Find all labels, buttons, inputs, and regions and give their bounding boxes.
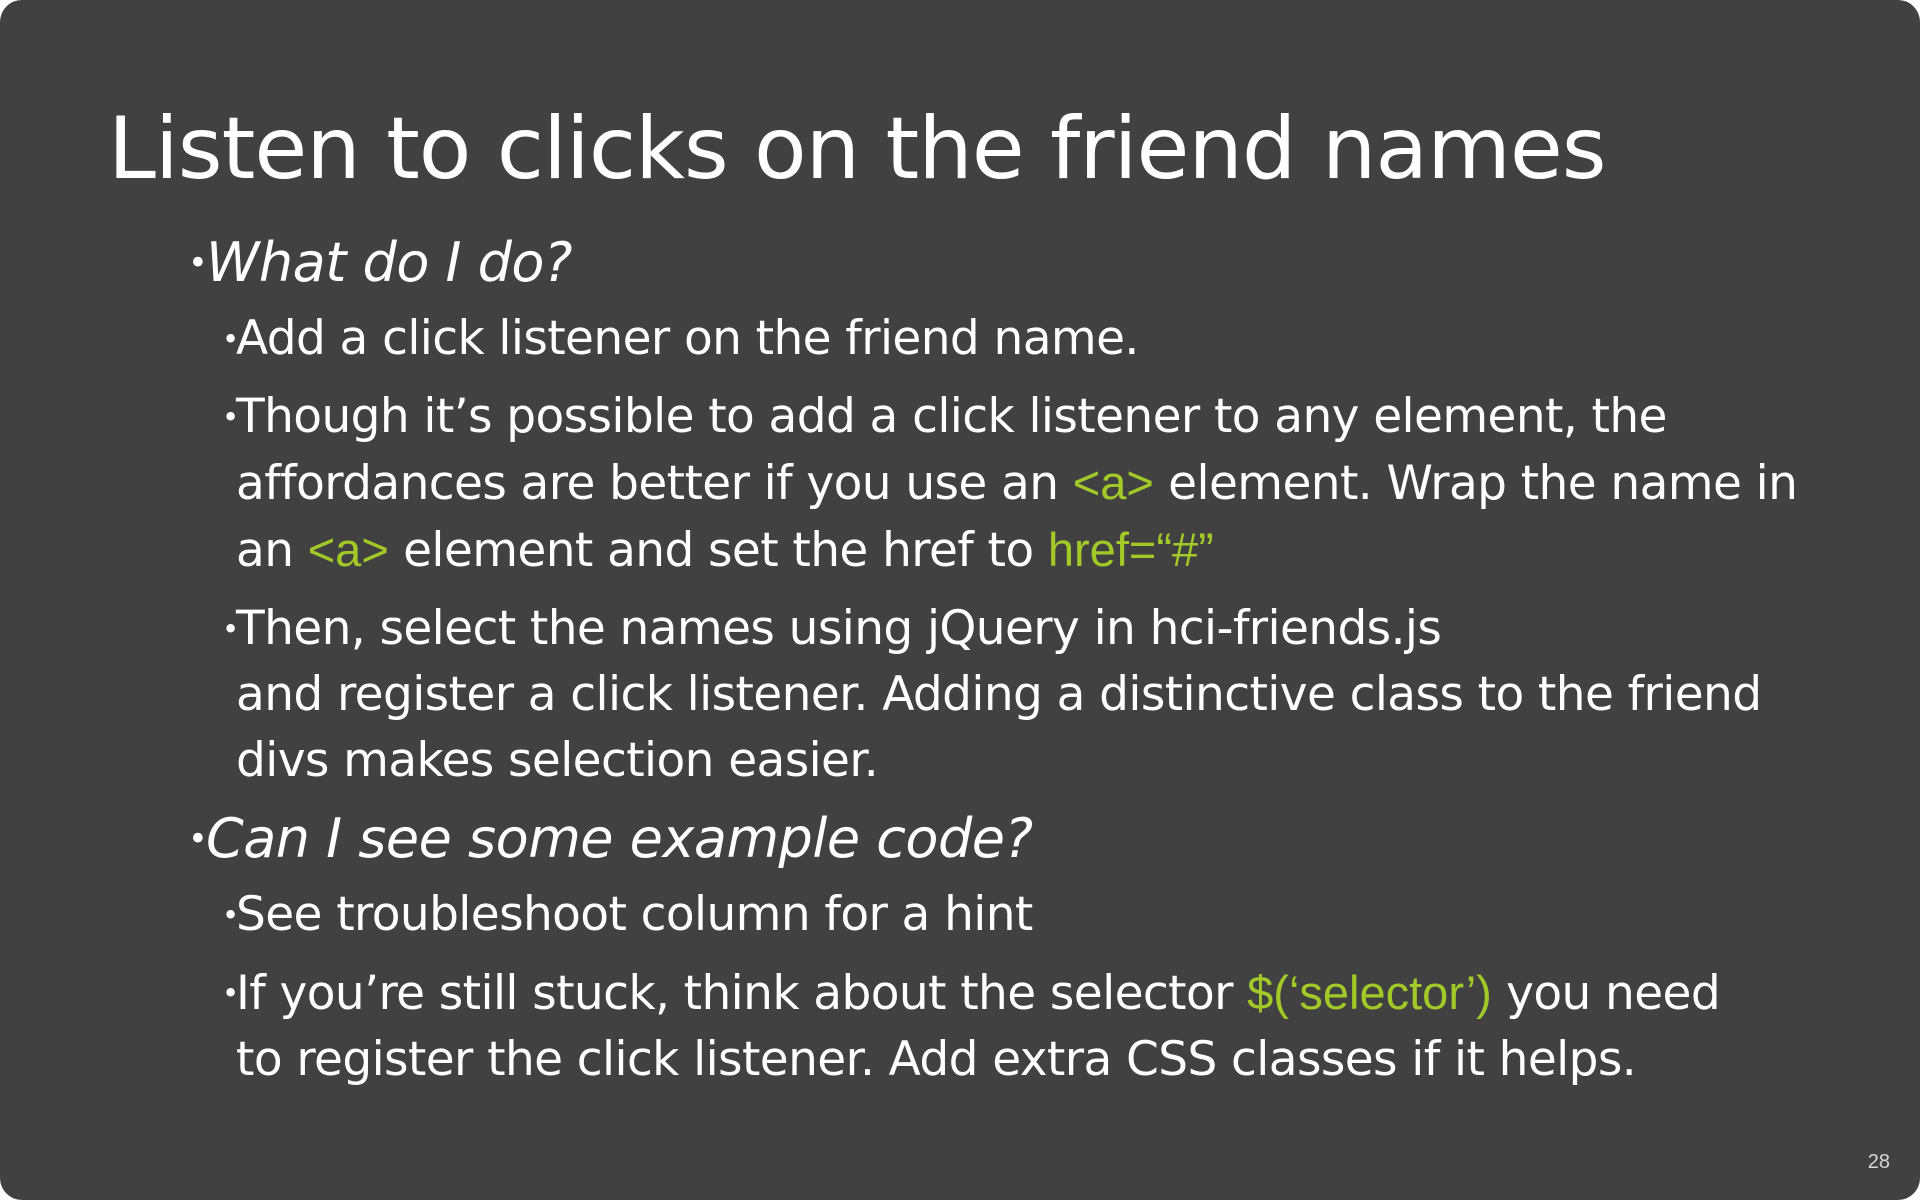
page-number: 28 — [1867, 1151, 1890, 1173]
bullet-text-line: Though it’s possible to add a click list… — [236, 389, 1667, 444]
bullet-text-line: and register a click listener. Adding a … — [236, 667, 1762, 722]
bullet-text-line: Then, select the names using jQuery in h… — [236, 601, 1442, 656]
bullet-text-line: divs makes selection easier. — [236, 733, 879, 788]
bullet-heading: Can I see some example code? — [206, 807, 1033, 870]
bullet-text: affordances are better if you use an — [236, 456, 1073, 511]
bullet-dot-icon: • — [222, 612, 239, 646]
bullet-troubleshoot: • See troubleshoot column for a hint — [222, 882, 1846, 948]
bullet-text-line: affordances are better if you use an <a>… — [236, 450, 1846, 517]
slide-body: • What do I do? • Add a click listener o… — [184, 230, 1844, 1105]
bullet-add-click-listener: • Add a click listener on the friend nam… — [222, 306, 1846, 372]
bullet-text-line: If you’re still stuck, think about the s… — [236, 960, 1846, 1027]
code-snippet: href=“#” — [1047, 523, 1214, 576]
code-snippet: <a> — [307, 523, 389, 576]
bullet-dot-icon: • — [222, 400, 239, 434]
bullet-affordances: • Though it’s possible to add a click li… — [222, 384, 1846, 584]
bullet-text-line: to register the click listener. Add extr… — [236, 1032, 1637, 1087]
code-snippet: <a> — [1072, 456, 1154, 509]
bullet-text: See troubleshoot column for a hint — [236, 887, 1033, 942]
bullet-text: If you’re still stuck, think about the s… — [236, 966, 1248, 1021]
bullet-what-do-i-do: • What do I do? — [184, 230, 1844, 296]
bullet-dot-icon: • — [188, 243, 208, 282]
bullet-dot-icon: • — [222, 322, 239, 356]
bullet-text: element. Wrap the name in — [1153, 456, 1798, 511]
bullet-dot-icon: • — [222, 976, 239, 1010]
bullet-dot-icon: • — [188, 819, 208, 858]
slide: Listen to clicks on the friend names • W… — [0, 0, 1920, 1200]
bullet-text: an — [236, 523, 308, 578]
slide-title: Listen to clicks on the friend names — [108, 99, 1607, 199]
bullet-text: Add a click listener on the friend name. — [236, 311, 1139, 366]
bullet-still-stuck: • If you’re still stuck, think about the… — [222, 960, 1846, 1093]
bullet-dot-icon: • — [222, 898, 239, 932]
bullet-text: element and set the href to — [388, 523, 1048, 578]
code-snippet: $(‘selector’) — [1247, 966, 1492, 1019]
bullet-example-code: • Can I see some example code? — [184, 806, 1844, 872]
bullet-text: you need — [1491, 966, 1721, 1021]
bullet-text-line: an <a> element and set the href to href=… — [236, 517, 1846, 584]
bullet-heading: What do I do? — [206, 231, 573, 294]
bullet-select-names: • Then, select the names using jQuery in… — [222, 596, 1846, 794]
